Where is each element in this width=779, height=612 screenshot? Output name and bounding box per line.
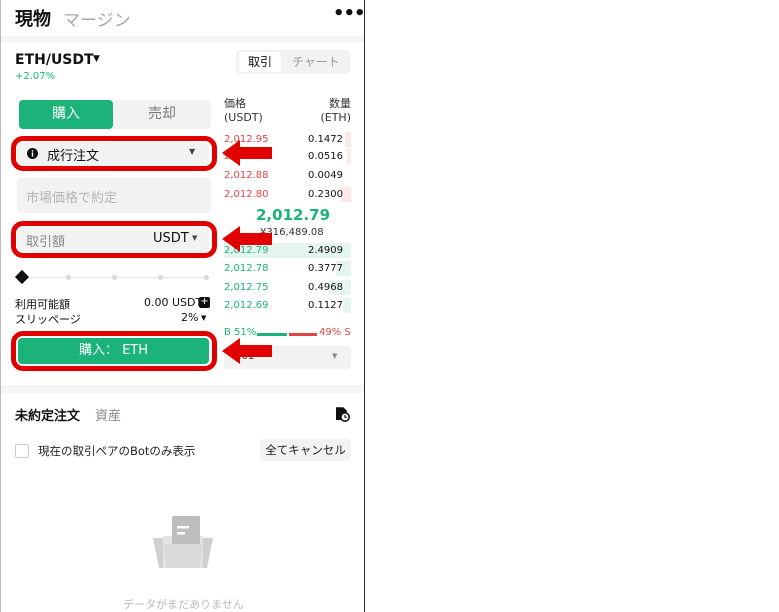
tab-open-orders[interactable]: 未約定注文 bbox=[15, 405, 80, 424]
orderbook-qty-unit: (ETH) bbox=[320, 111, 351, 124]
bid-qty: 2.4909 bbox=[308, 245, 343, 256]
ask-qty: 0.0049 bbox=[308, 170, 343, 181]
ask-qty: 0.1472 bbox=[308, 134, 343, 145]
sell-tab[interactable]: 売却 bbox=[113, 100, 211, 129]
bot-only-checkbox[interactable] bbox=[15, 444, 29, 458]
buy-submit-button[interactable]: 購入： ETH bbox=[18, 338, 209, 364]
ask-depth-bar bbox=[347, 149, 351, 164]
bid-depth-bar bbox=[343, 298, 351, 313]
orderbook-price-header: 価格 bbox=[224, 97, 246, 110]
empty-state-text: データがまだありません bbox=[123, 598, 244, 611]
ask-price[interactable]: 2,012.88 bbox=[224, 168, 269, 183]
ask-price[interactable]: 2,012.80 bbox=[224, 187, 269, 202]
slider-step[interactable] bbox=[158, 275, 163, 280]
price-field[interactable]: 市場価格で約定 bbox=[17, 178, 211, 213]
header-divider bbox=[1, 36, 364, 42]
orderbook-price-unit: (USDT) bbox=[224, 111, 263, 124]
slippage-label: スリッページ bbox=[15, 313, 81, 326]
slippage-value[interactable]: 2% bbox=[181, 311, 198, 324]
trading-screen: 現物 マージン ••• ETH/USDT ▼ +2.07% 取引 チャート 購入… bbox=[0, 0, 365, 612]
annotation-arrow-icon bbox=[222, 338, 272, 364]
tab-assets[interactable]: 資産 bbox=[95, 405, 121, 424]
order-history-icon[interactable] bbox=[334, 406, 350, 422]
slider-step[interactable] bbox=[112, 275, 117, 280]
empty-box-icon bbox=[153, 516, 213, 568]
amount-unit[interactable]: USDT bbox=[153, 231, 189, 246]
bot-only-label: 現在の取引ペアのBotのみ表示 bbox=[38, 444, 196, 458]
bid-qty: 0.4968 bbox=[308, 282, 343, 293]
ask-depth-bar bbox=[345, 132, 351, 147]
available-value: 0.00 USDT bbox=[144, 296, 203, 309]
tab-chart[interactable]: チャート bbox=[285, 52, 347, 72]
amount-label: 取引額 bbox=[26, 235, 66, 250]
tab-trade[interactable]: 取引 bbox=[239, 52, 281, 72]
available-label: 利用可能額 bbox=[15, 298, 70, 311]
caret-down-icon[interactable]: ▼ bbox=[93, 54, 100, 64]
more-menu-icon[interactable]: ••• bbox=[333, 3, 364, 24]
caret-down-icon: ▼ bbox=[192, 234, 198, 242]
price-change: +2.07% bbox=[15, 71, 56, 82]
amount-input[interactable]: 取引額 USDT ▼ bbox=[17, 227, 209, 252]
bid-price[interactable]: 2,012.75 bbox=[224, 280, 269, 295]
tab-margin[interactable]: マージン bbox=[63, 6, 131, 31]
add-funds-icon[interactable]: + bbox=[199, 297, 210, 308]
bid-qty: 0.1127 bbox=[308, 300, 343, 311]
last-price: 2,012.79 bbox=[256, 206, 331, 224]
slider-handle[interactable] bbox=[14, 269, 30, 285]
buy-ratio-bar bbox=[257, 333, 287, 336]
sell-ratio-label: 49% S bbox=[319, 327, 351, 338]
ask-qty: 0.2300 bbox=[308, 189, 343, 200]
slider-step[interactable] bbox=[204, 275, 209, 280]
bid-qty: 0.3777 bbox=[308, 263, 343, 274]
ask-qty: 0.0516 bbox=[308, 151, 343, 162]
bid-price[interactable]: 2,012.69 bbox=[224, 298, 269, 313]
annotation-arrow-icon bbox=[222, 226, 272, 252]
order-type-label: 成行注文 bbox=[47, 149, 100, 164]
annotation-arrow-icon bbox=[222, 140, 272, 166]
chevron-down-icon: ▼ bbox=[332, 352, 338, 360]
orderbook-qty-header: 数量 bbox=[329, 97, 351, 110]
cancel-all-button[interactable]: 全てキャンセル bbox=[260, 439, 351, 461]
chevron-down-icon: ▼ bbox=[189, 147, 196, 156]
bid-price[interactable]: 2,012.78 bbox=[224, 261, 269, 276]
buy-ratio-label: B 51% bbox=[224, 327, 257, 338]
order-type-select[interactable]: 成行注文 ▼ bbox=[17, 142, 209, 165]
info-icon bbox=[27, 148, 38, 159]
sell-ratio-bar bbox=[289, 333, 317, 336]
buy-tab[interactable]: 購入 bbox=[19, 100, 113, 129]
tab-spot[interactable]: 現物 bbox=[15, 5, 51, 31]
pair-selector[interactable]: ETH/USDT bbox=[15, 52, 94, 68]
price-placeholder: 市場価格で約定 bbox=[26, 191, 118, 206]
section-divider bbox=[1, 385, 364, 393]
caret-down-icon: ▼ bbox=[201, 314, 207, 322]
slider-step[interactable] bbox=[66, 275, 71, 280]
